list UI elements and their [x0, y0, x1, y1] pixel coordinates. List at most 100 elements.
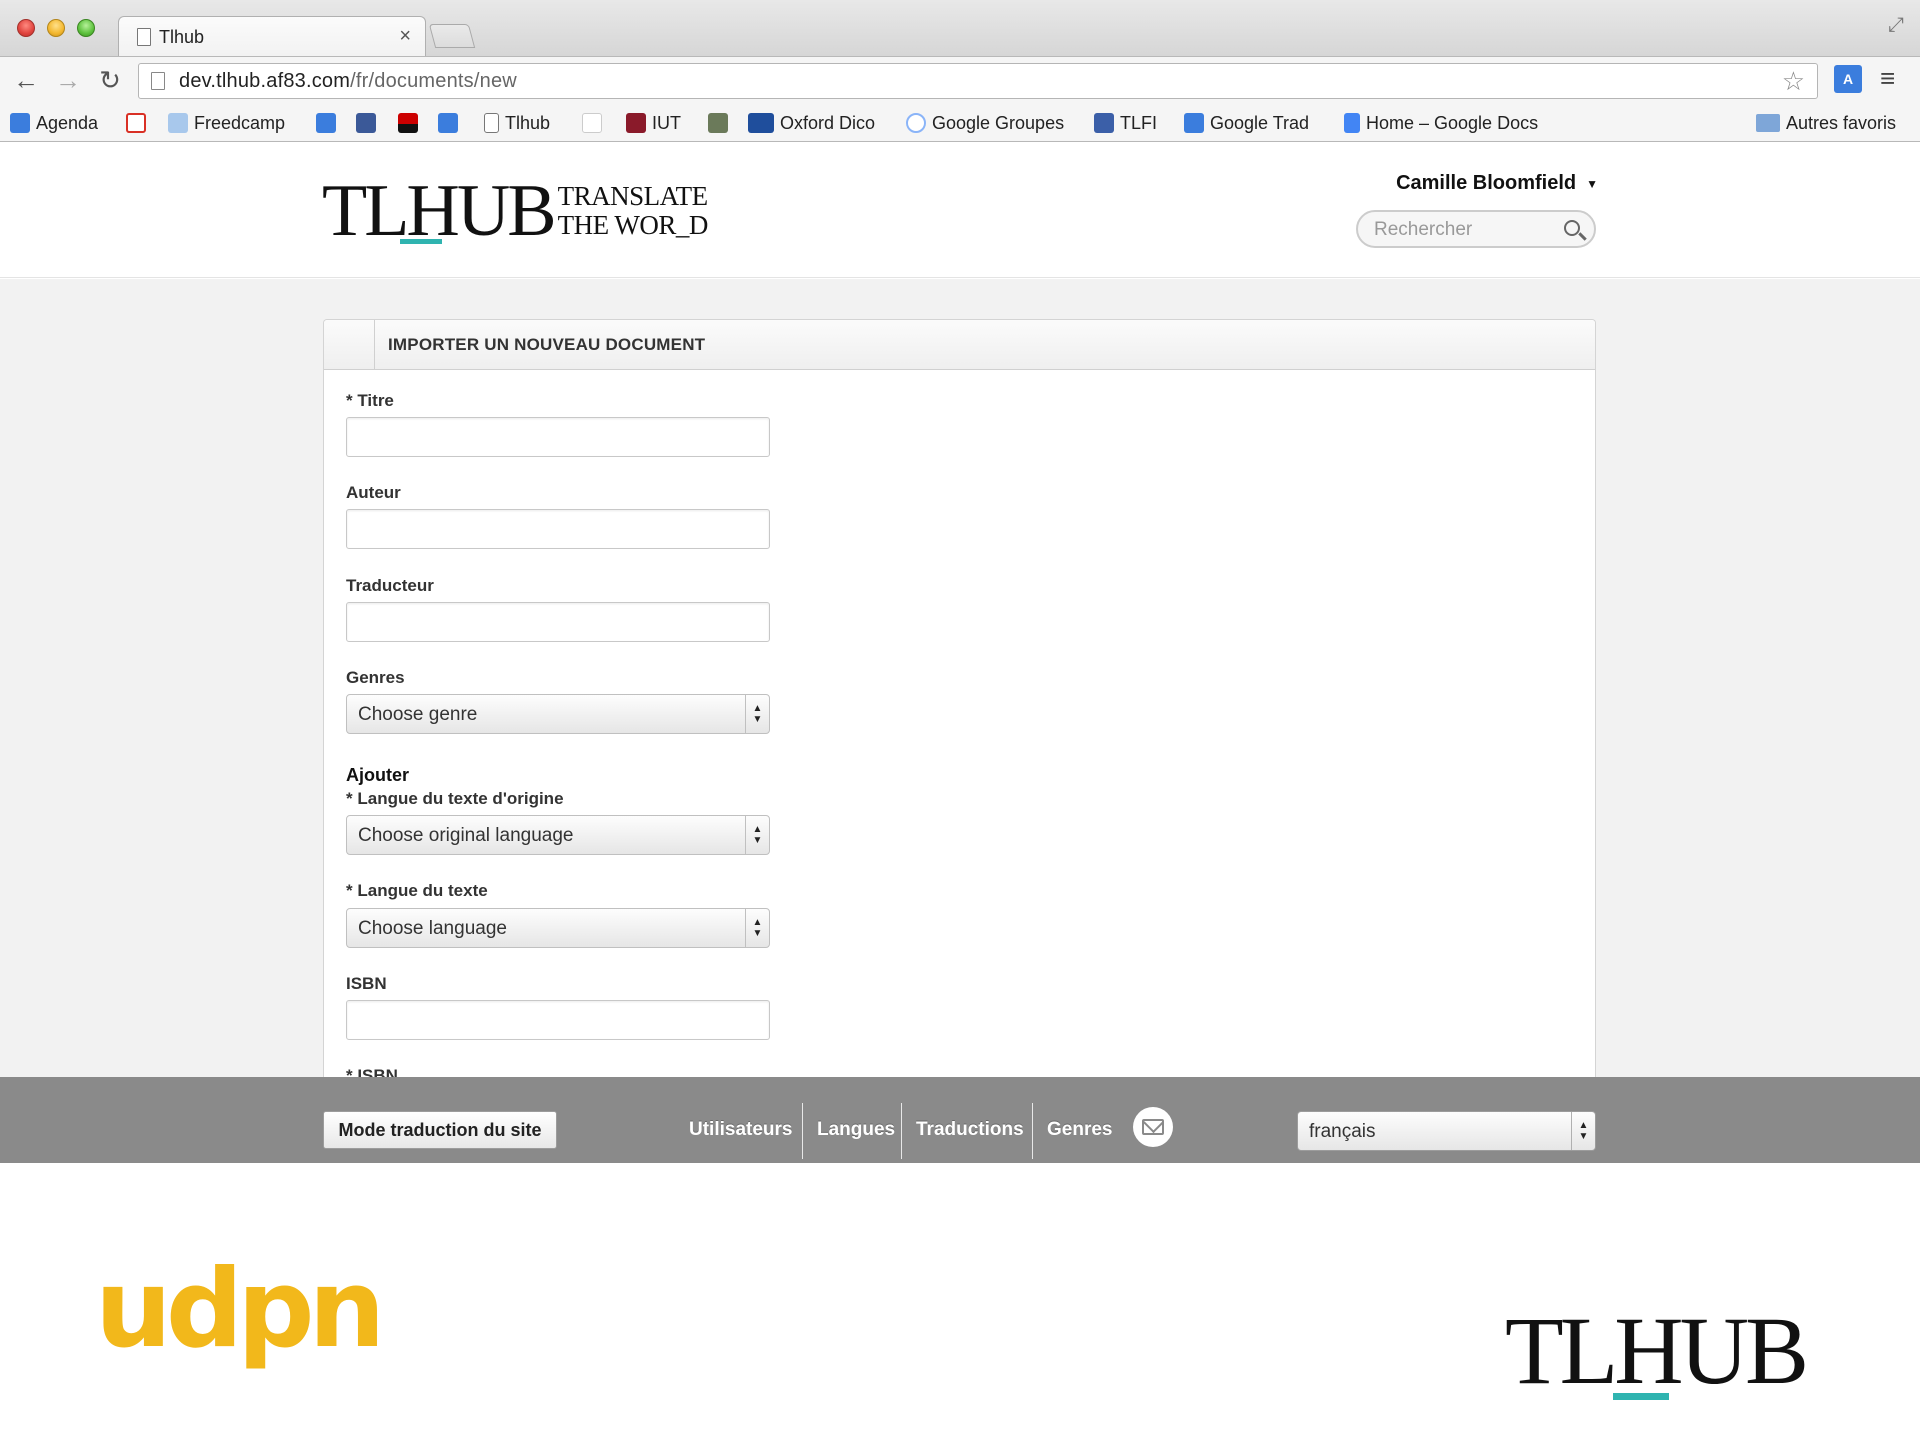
bookmark-trello[interactable] [438, 110, 464, 136]
bookmark-autres-favoris[interactable]: Autres favoris [1756, 110, 1896, 136]
logo-tagline-2: THE WOR_D [557, 210, 709, 240]
tlhub-logo[interactable]: TLHUB TRANSLATE THE WOR_D [322, 174, 709, 248]
back-icon[interactable]: ← [10, 65, 42, 96]
browser-tabstrip: Tlhub × ⤢ [0, 0, 1920, 56]
bookmark-label: Oxford Dico [780, 112, 876, 133]
page-icon [484, 113, 499, 133]
titre-label-text: Titre [357, 391, 394, 410]
browser-menu-icon[interactable]: ≡ [1880, 63, 1895, 94]
bookmark-tlhub[interactable]: Tlhub [484, 110, 550, 136]
required-mark: * [346, 881, 353, 900]
url-text[interactable]: dev.tlhub.af83.com/fr/documents/new [179, 70, 517, 93]
panel-header-handle [324, 320, 375, 369]
genres-select-value: Choose genre [358, 704, 478, 725]
site-header: TLHUB TRANSLATE THE WOR_D Camille Bloomfi… [0, 142, 1920, 278]
footer-link-traductions[interactable]: Traductions [916, 1119, 1024, 1141]
google-calendar-icon [10, 113, 30, 133]
footer-link-utilisateurs[interactable]: Utilisateurs [689, 1119, 792, 1141]
url-path: /fr/documents/new [350, 70, 517, 92]
address-bar[interactable]: dev.tlhub.af83.com/fr/documents/new ☆ [138, 63, 1818, 99]
bookmark-tlfi[interactable]: TLFI [1094, 110, 1157, 136]
translate-extension-icon[interactable]: A [1834, 65, 1862, 93]
auteur-input[interactable] [346, 509, 770, 549]
bookmark-facebook[interactable] [356, 110, 382, 136]
close-window-button[interactable] [17, 19, 35, 37]
forward-icon[interactable]: → [52, 65, 84, 96]
user-menu[interactable]: Camille Bloomfield ▼ [1396, 172, 1598, 195]
language-select[interactable]: français ▲ ▼ [1297, 1111, 1596, 1151]
bookmark-gmail[interactable] [126, 110, 152, 136]
udpn-logo: udpn [95, 1247, 385, 1372]
search-icon[interactable] [1564, 220, 1580, 236]
footer-divider [802, 1103, 803, 1159]
owl-icon [708, 113, 728, 133]
tab-title: Tlhub [159, 27, 205, 47]
footer-divider [1032, 1103, 1033, 1159]
page-icon [137, 28, 151, 46]
caret-down-icon: ▼ [1586, 176, 1598, 191]
bookmark-owl[interactable] [708, 110, 734, 136]
bookmark-google-docs[interactable]: Home – Google Docs [1344, 110, 1538, 136]
footer-link-genres[interactable]: Genres [1047, 1119, 1112, 1141]
langue-origine-select[interactable]: Choose original language ▲ ▼ [346, 815, 770, 855]
browser-toolbar: ← → ↻ dev.tlhub.af83.com/fr/documents/ne… [0, 56, 1920, 104]
bookmark-google-groupes[interactable]: Google Groupes [906, 110, 1064, 136]
langue-origine-label-text: Langue du texte d'origine [357, 789, 564, 808]
isbn2-label: * ISBN [346, 1066, 398, 1077]
isbn-input[interactable] [346, 1000, 770, 1040]
bookmark-oxford-dico[interactable]: Oxford Dico [748, 110, 875, 136]
fullscreen-icon[interactable]: ⤢ [1888, 14, 1904, 37]
search-box [1356, 210, 1596, 248]
titre-input[interactable] [346, 417, 770, 457]
required-mark: * [346, 789, 353, 808]
bookmark-star-icon[interactable]: ☆ [1782, 66, 1805, 97]
bookmark-agenda[interactable]: Agenda [10, 110, 98, 136]
iut-icon [626, 113, 646, 133]
google-docs-icon [1344, 113, 1360, 133]
traducteur-label: Traducteur [346, 576, 434, 595]
gmail-icon [126, 113, 146, 133]
page-info-icon[interactable] [151, 72, 165, 90]
user-name: Camille Bloomfield [1396, 172, 1577, 194]
bookmark-label: TLFI [1120, 112, 1158, 133]
red-black-icon [398, 113, 418, 133]
logo-tagline: TRANSLATE THE WOR_D [557, 182, 709, 240]
bookmarks-bar: Agenda Freedcamp Tlhub IUT Oxford Dico G… [0, 104, 1920, 142]
mail-icon[interactable] [1133, 1107, 1173, 1147]
bookmark-google-trad[interactable]: Google Trad [1184, 110, 1309, 136]
bookmark-label: Autres favoris [1786, 112, 1897, 133]
logo-wordmark: TLHUB [322, 174, 557, 248]
langue-texte-label: * Langue du texte [346, 881, 488, 901]
bookmark-if[interactable] [316, 110, 342, 136]
logo-accent-bar [400, 239, 442, 244]
if-icon [316, 113, 336, 133]
auteur-label: Auteur [346, 483, 401, 502]
reload-icon[interactable]: ↻ [94, 65, 126, 96]
bookmark-red[interactable] [398, 110, 424, 136]
facebook-icon [356, 113, 376, 133]
maximize-window-button[interactable] [77, 19, 95, 37]
select-arrows-icon: ▲ ▼ [745, 695, 769, 733]
panel-header: IMPORTER UN NOUVEAU DOCUMENT [324, 320, 1595, 370]
mode-traduction-button[interactable]: Mode traduction du site [323, 1111, 557, 1149]
bottom-logo-area: udpn TLHUB [0, 1163, 1920, 1440]
new-tab-button[interactable] [428, 24, 476, 48]
tab-close-icon[interactable]: × [399, 25, 411, 48]
titre-label: * Titre [346, 391, 394, 411]
bookmark-iut[interactable]: IUT [626, 110, 681, 136]
browser-tab[interactable]: Tlhub × [118, 16, 426, 56]
bookmark-red-slash[interactable] [582, 110, 608, 136]
footer-link-langues[interactable]: Langues [817, 1119, 895, 1141]
genres-select[interactable]: Choose genre ▲ ▼ [346, 694, 770, 734]
bookmark-label: Google Groupes [932, 112, 1065, 133]
url-host: dev.tlhub.af83.com [179, 70, 351, 92]
langue-texte-select[interactable]: Choose language ▲ ▼ [346, 908, 770, 948]
search-input[interactable] [1374, 219, 1554, 241]
folder-icon [1756, 114, 1780, 132]
bookmark-freedcamp[interactable]: Freedcamp [168, 110, 285, 136]
odo-icon [748, 113, 774, 133]
tlfi-icon [1094, 113, 1114, 133]
traducteur-input[interactable] [346, 602, 770, 642]
isbn-label: ISBN [346, 974, 387, 993]
minimize-window-button[interactable] [47, 19, 65, 37]
